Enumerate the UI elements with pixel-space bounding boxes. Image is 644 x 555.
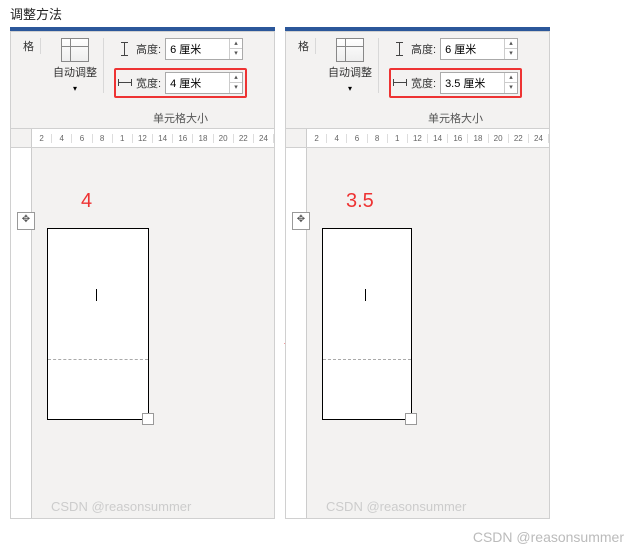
- width-row: 宽度: ▴▾: [114, 68, 247, 98]
- autofit-label: 自动调整: [328, 64, 372, 80]
- panel-before: 格 自动调整 ▾ 高度: ▴▾: [10, 27, 275, 519]
- group-label: 单元格大小: [428, 110, 483, 126]
- comparison-panels: 格 自动调整 ▾ 高度: ▴▾: [0, 27, 644, 519]
- width-spinner[interactable]: ▴▾: [165, 72, 243, 94]
- document-area[interactable]: ✥ 4 CSDN @reasonsummer: [10, 148, 275, 519]
- width-input[interactable]: [441, 73, 504, 93]
- ruler-corner: [286, 129, 307, 147]
- annotation: 3.5: [346, 190, 374, 213]
- table-move-handle[interactable]: ✥: [17, 212, 35, 230]
- resize-handle[interactable]: [405, 413, 417, 425]
- width-label: 宽度:: [411, 75, 436, 91]
- ruler-ticks: 24 68 112 1416 1820 2224: [32, 134, 274, 143]
- text-cursor: [96, 289, 97, 301]
- text-cursor: [365, 289, 366, 301]
- cell-divider: [48, 359, 148, 360]
- height-label: 高度:: [411, 41, 436, 57]
- autofit-column[interactable]: 自动调整 ▾: [47, 38, 104, 93]
- height-icon: [393, 42, 407, 56]
- document-area[interactable]: ✥ 3.5 CSDN @reasonsummer: [285, 148, 550, 519]
- grid-column: 格: [292, 38, 316, 54]
- table-move-handle[interactable]: ✥: [292, 212, 310, 230]
- h-ruler: 24 68 112 1416 1820 2224: [10, 129, 275, 148]
- grid-column: 格: [17, 38, 41, 54]
- ruler-corner: [11, 129, 32, 147]
- grid-label: 格: [298, 38, 309, 54]
- page-title: 调整方法: [0, 0, 644, 27]
- autofit-column[interactable]: 自动调整 ▾: [322, 38, 379, 93]
- autofit-icon: [336, 38, 364, 62]
- height-spin-buttons[interactable]: ▴▾: [504, 39, 517, 59]
- resize-handle[interactable]: [142, 413, 154, 425]
- height-input[interactable]: [166, 39, 229, 59]
- height-row: 高度: ▴▾: [393, 38, 518, 60]
- chevron-down-icon[interactable]: ▾: [348, 84, 352, 93]
- table-cell[interactable]: [47, 228, 149, 420]
- cell-divider: [323, 359, 411, 360]
- width-label: 宽度:: [136, 75, 161, 91]
- width-spinner[interactable]: ▴▾: [440, 72, 518, 94]
- height-spin-buttons[interactable]: ▴▾: [229, 39, 242, 59]
- v-ruler: [286, 148, 307, 518]
- width-spin-buttons[interactable]: ▴▾: [504, 73, 517, 93]
- table-cell[interactable]: [322, 228, 412, 420]
- width-icon: [393, 76, 407, 90]
- width-icon: [118, 76, 132, 90]
- dimensions-column: 高度: ▴▾ 宽度: ▴▾ 单元格大小: [110, 38, 251, 126]
- ribbon: 格 自动调整 ▾ 高度: ▴▾: [10, 31, 275, 129]
- outer-watermark: CSDN @reasonsummer: [0, 519, 644, 555]
- panel-after: 格 自动调整 ▾ 高度: ▴▾: [285, 27, 550, 519]
- ribbon: 格 自动调整 ▾ 高度: ▴▾: [285, 31, 550, 129]
- height-input[interactable]: [441, 39, 504, 59]
- autofit-label: 自动调整: [53, 64, 97, 80]
- h-ruler: 24 68 112 1416 1820 2224: [285, 129, 550, 148]
- watermark: CSDN @reasonsummer: [51, 499, 191, 514]
- dimensions-column: 高度: ▴▾ 宽度: ▴▾ 单元格大小: [385, 38, 526, 126]
- watermark: CSDN @reasonsummer: [326, 499, 466, 514]
- v-ruler: [11, 148, 32, 518]
- height-row: 高度: ▴▾: [118, 38, 243, 60]
- width-input[interactable]: [166, 73, 229, 93]
- height-spinner[interactable]: ▴▾: [165, 38, 243, 60]
- width-row: 宽度: ▴▾: [389, 68, 522, 98]
- chevron-down-icon[interactable]: ▾: [73, 84, 77, 93]
- autofit-icon: [61, 38, 89, 62]
- grid-label: 格: [23, 38, 34, 54]
- annotation: 4: [81, 190, 92, 213]
- height-label: 高度:: [136, 41, 161, 57]
- ruler-ticks: 24 68 112 1416 1820 2224: [307, 134, 549, 143]
- height-spinner[interactable]: ▴▾: [440, 38, 518, 60]
- width-spin-buttons[interactable]: ▴▾: [229, 73, 242, 93]
- height-icon: [118, 42, 132, 56]
- group-label: 单元格大小: [153, 110, 208, 126]
